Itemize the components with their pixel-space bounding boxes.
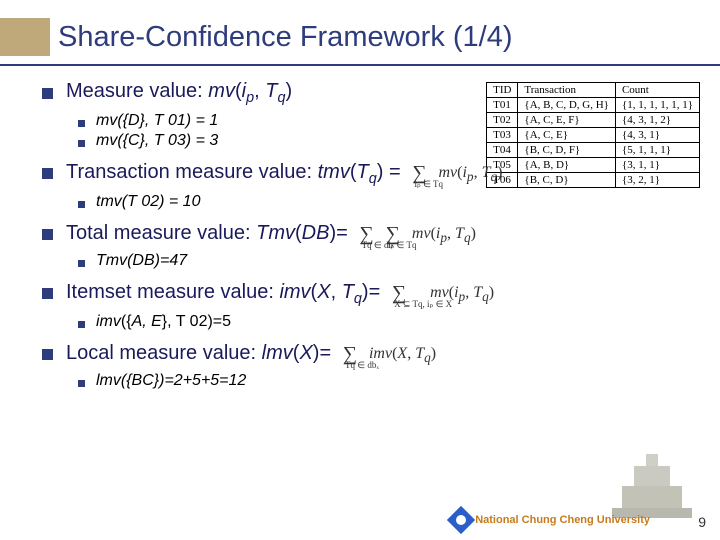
bullet-itemset-mv: Itemset measure value: imv(X, Tq)= ∑X ⊆ …	[42, 280, 720, 331]
bullet-transaction-mv: Transaction measure value: tmv(Tq) = ∑iₚ…	[42, 160, 720, 211]
b5-sub1: lmv({BC})=2+5+5=12	[66, 372, 720, 390]
b1-sub2: mv({C}, T 03) = 3	[66, 132, 720, 150]
bullet-total-mv: Total measure value: Tmv(DB)= ∑Tq ∈ db ∑…	[42, 221, 720, 270]
slide-title: Share-Confidence Framework (1/4)	[58, 21, 513, 54]
b1-fn: mv	[208, 80, 235, 102]
title-accent-block	[0, 18, 50, 56]
b3-sub1: Tmv(DB)=47	[66, 252, 720, 270]
b3-formula: ∑Tq ∈ db ∑iₚ ∈ Tq mv(ip, Tq)	[359, 221, 476, 246]
b1-prefix: Measure value:	[66, 80, 208, 102]
b2-prefix: Transaction measure value:	[66, 161, 318, 183]
title-underline	[0, 64, 720, 66]
temple-decoration	[602, 448, 702, 518]
b5-formula: ∑Tq ∈ dbₓ imv(X, Tq)	[343, 341, 436, 366]
title-bar: Share-Confidence Framework (1/4)	[0, 0, 720, 64]
b2-sub1: tmv(T 02) = 10	[66, 193, 720, 211]
page-number: 9	[698, 514, 706, 530]
bullet-measure-value: Measure value: mv(ip, Tq) mv({D}, T 01) …	[42, 80, 720, 150]
bullet-local-mv: Local measure value: lmv(X)= ∑Tq ∈ dbₓ i…	[42, 341, 720, 390]
university-name: National Chung Cheng University	[475, 514, 650, 526]
university-logo-icon	[447, 506, 475, 534]
b5-prefix: Local measure value:	[66, 342, 262, 364]
b3-prefix: Total measure value:	[66, 222, 256, 244]
b4-prefix: Itemset measure value:	[66, 281, 279, 303]
b4-formula: ∑X ⊆ Tq, iₚ ∈ X mv(ip, Tq)	[392, 280, 494, 305]
b4-sub1: imv({A, E}, T 02)=5	[66, 313, 720, 331]
b1-sub1: mv({D}, T 01) = 1	[66, 112, 720, 130]
content-area: Measure value: mv(ip, Tq) mv({D}, T 01) …	[0, 80, 720, 390]
footer-logo: National Chung Cheng University	[451, 510, 650, 530]
b2-formula: ∑iₚ ∈ Tq mv(ip, Tq)	[412, 160, 502, 185]
